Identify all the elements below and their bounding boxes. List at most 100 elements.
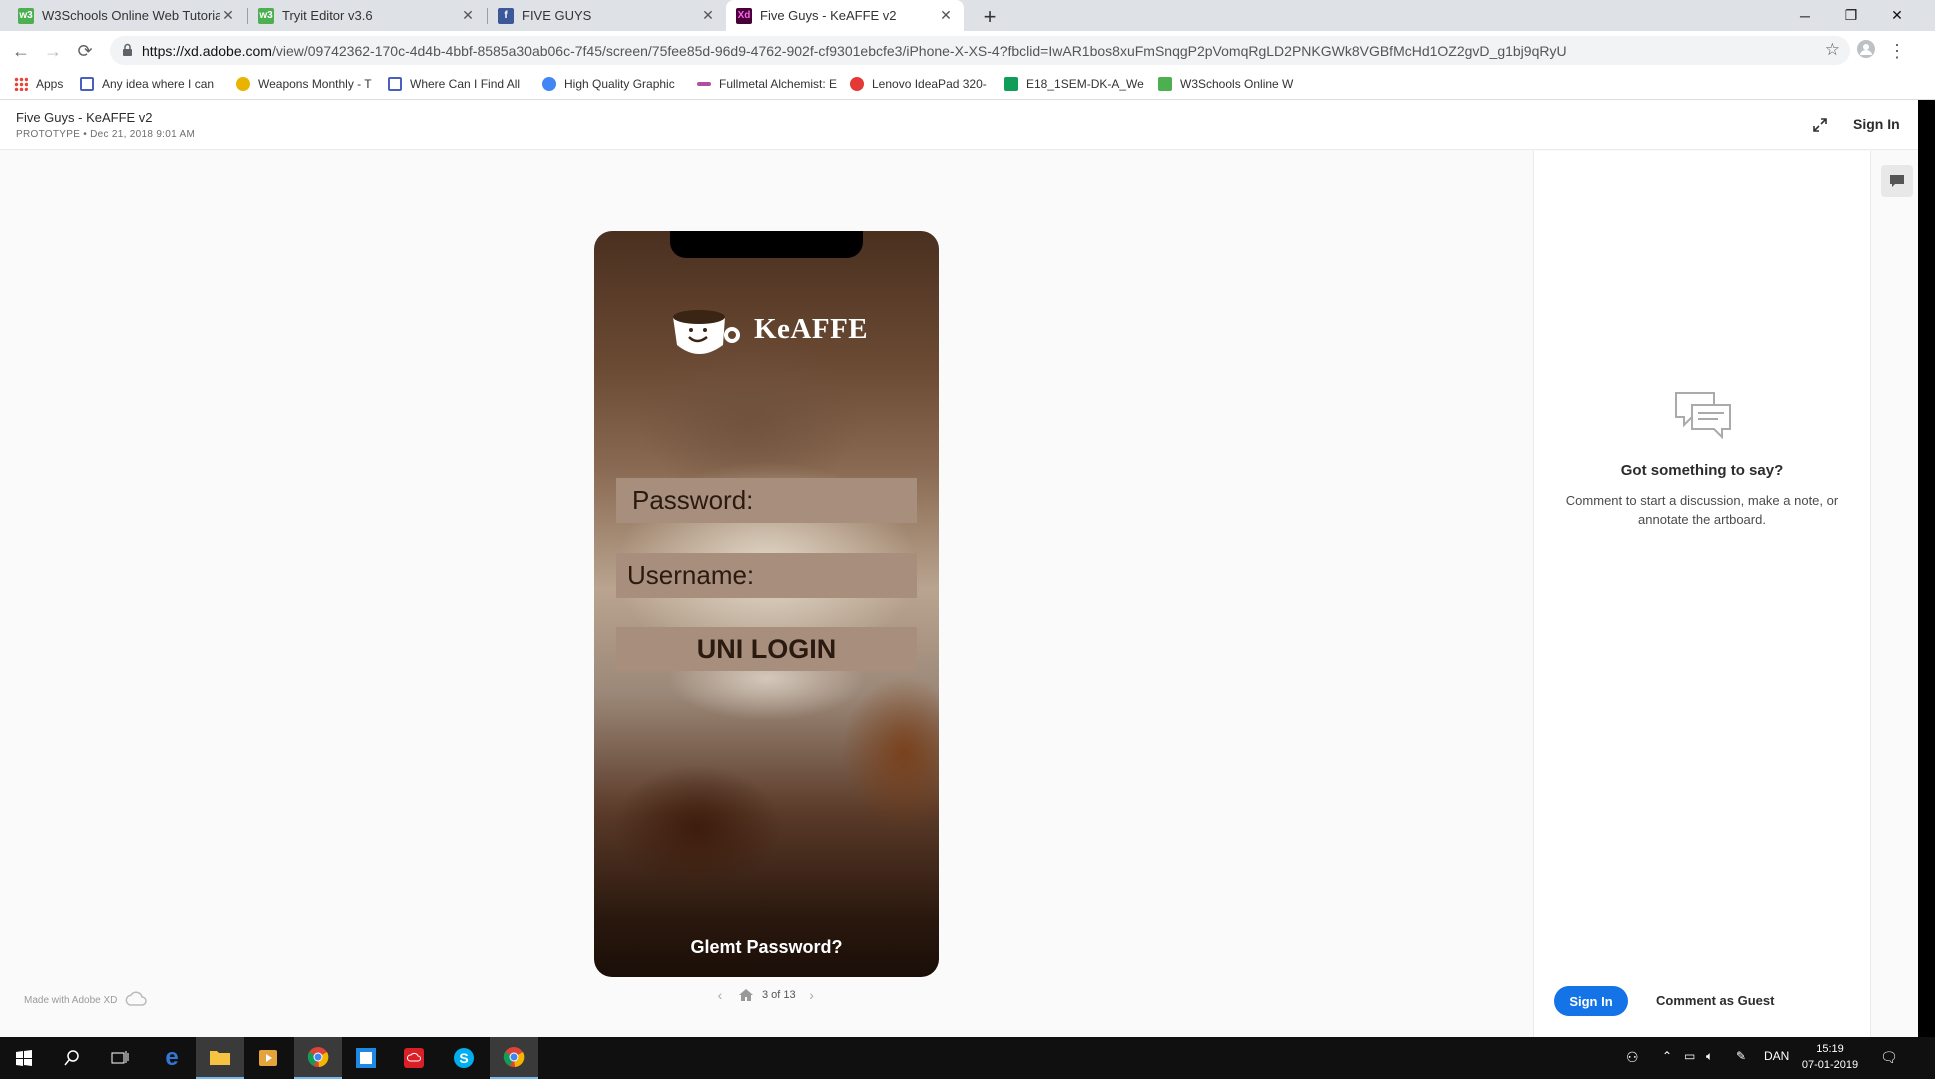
weapons-icon bbox=[236, 77, 250, 91]
windows-logo-icon bbox=[16, 1050, 32, 1066]
password-field[interactable]: Password: bbox=[616, 478, 917, 523]
tab-tryit-editor[interactable]: w3 Tryit Editor v3.6 ✕ bbox=[248, 0, 486, 31]
taskbar-edge[interactable]: e bbox=[148, 1037, 196, 1079]
taskbar-creative-cloud[interactable] bbox=[390, 1037, 438, 1079]
clock-time: 15:19 bbox=[1816, 1043, 1844, 1055]
bookmarks-bar: Apps Any idea where I can Weapons Monthl… bbox=[0, 70, 1935, 100]
language-indicator[interactable]: DAN bbox=[1764, 1049, 1789, 1063]
restore-button[interactable]: ❐ bbox=[1828, 0, 1874, 31]
artboard-stage: KeAFFE Password: Username: UNI LOGIN Gle… bbox=[0, 151, 1533, 1037]
taskbar-file-explorer[interactable] bbox=[196, 1037, 244, 1079]
uni-login-button[interactable]: UNI LOGIN bbox=[616, 627, 917, 671]
task-view-button[interactable] bbox=[96, 1037, 144, 1079]
volume-icon[interactable]: 🔈︎ bbox=[1706, 1049, 1713, 1064]
close-window-button[interactable]: ✕ bbox=[1874, 0, 1920, 31]
sheets-icon bbox=[1004, 77, 1018, 91]
graphics-icon bbox=[542, 77, 556, 91]
url-path: /view/09742362-170c-4d4b-4bbf-8585a30ab0… bbox=[271, 43, 1567, 59]
windows-taskbar: e S ⚇ ⌃ ▭ 🔈︎ ✎ DAN 15:19 07-01-2019 🗨︎ bbox=[0, 1037, 1935, 1079]
taskbar-app[interactable] bbox=[342, 1037, 390, 1079]
network-icon[interactable]: ▭ bbox=[1684, 1049, 1695, 1063]
tab-strip: w3 W3Schools Online Web Tutorials ✕ w3 T… bbox=[0, 0, 1935, 31]
system-clock[interactable]: 15:19 07-01-2019 bbox=[1800, 1041, 1860, 1073]
people-icon[interactable]: ⚇ bbox=[1626, 1049, 1639, 1066]
phone-artboard: KeAFFE Password: Username: UNI LOGIN Gle… bbox=[594, 231, 939, 977]
bookmark-star-icon[interactable]: ☆ bbox=[1825, 40, 1840, 60]
screen-pager: ‹ 3 of 13 › bbox=[712, 987, 820, 1003]
comments-toggle-button[interactable] bbox=[1881, 165, 1913, 197]
bookmark-label: Apps bbox=[36, 77, 64, 91]
home-icon[interactable] bbox=[738, 988, 754, 1002]
url-host: https://xd.adobe.com bbox=[142, 43, 272, 59]
tab-title: Five Guys - KeAFFE v2 bbox=[760, 8, 897, 23]
taskbar-media-player[interactable] bbox=[244, 1037, 292, 1079]
tab-title: Tryit Editor v3.6 bbox=[282, 8, 373, 23]
bookmark-label: Weapons Monthly - T bbox=[258, 77, 372, 91]
search-button[interactable] bbox=[48, 1037, 96, 1079]
w3schools-icon: w3 bbox=[258, 7, 274, 24]
bookmark-item[interactable]: High Quality Graphic bbox=[542, 77, 675, 91]
task-view-icon bbox=[111, 1051, 129, 1064]
tab-w3schools[interactable]: w3 W3Schools Online Web Tutorials ✕ bbox=[8, 0, 246, 31]
back-button[interactable]: ← bbox=[10, 40, 32, 62]
coffee-cup-logo-icon bbox=[673, 310, 740, 354]
made-with-adobe-xd[interactable]: Made with Adobe XD bbox=[24, 991, 148, 1009]
bookmark-item[interactable]: Fullmetal Alchemist: E bbox=[697, 77, 837, 91]
skype-icon: S bbox=[454, 1048, 474, 1068]
profile-avatar[interactable] bbox=[1855, 40, 1877, 62]
comments-sign-in-button[interactable]: Sign In bbox=[1554, 986, 1628, 1016]
chrome-icon bbox=[503, 1047, 525, 1067]
bookmark-item[interactable]: W3Schools Online W bbox=[1158, 77, 1293, 91]
bookmark-item[interactable]: Lenovo IdeaPad 320- bbox=[850, 77, 987, 91]
fullmetal-icon bbox=[697, 82, 711, 86]
taskbar-chrome-2[interactable] bbox=[490, 1037, 538, 1079]
show-hidden-icons-icon[interactable]: ⌃ bbox=[1662, 1049, 1672, 1063]
next-screen-icon[interactable]: › bbox=[804, 987, 820, 1003]
action-center-icon[interactable]: 🗨︎ bbox=[1880, 1049, 1898, 1066]
tab-title: FIVE GUYS bbox=[522, 8, 592, 23]
menu-kebab-icon[interactable]: ⋮ bbox=[1886, 40, 1908, 62]
bookmark-item[interactable]: Any idea where I can bbox=[80, 77, 214, 91]
pen-icon[interactable]: ✎ bbox=[1736, 1049, 1746, 1063]
bookmark-item[interactable]: Where Can I Find All bbox=[388, 77, 520, 91]
bookmark-label: Any idea where I can bbox=[102, 77, 215, 91]
bookmark-item[interactable]: E18_1SEM-DK-A_We bbox=[1004, 77, 1144, 91]
lenovo-icon bbox=[850, 77, 864, 91]
taskbar-chrome[interactable] bbox=[294, 1037, 342, 1079]
document-icon bbox=[80, 77, 94, 91]
close-icon[interactable]: ✕ bbox=[220, 7, 236, 24]
close-icon[interactable]: ✕ bbox=[938, 7, 954, 24]
expand-icon[interactable] bbox=[1812, 117, 1828, 133]
close-icon[interactable]: ✕ bbox=[460, 7, 476, 24]
tab-keaffe[interactable]: Xd Five Guys - KeAFFE v2 ✕ bbox=[726, 0, 964, 31]
bookmark-label: Fullmetal Alchemist: E bbox=[719, 77, 838, 91]
bookmark-label: Lenovo IdeaPad 320- bbox=[872, 77, 987, 91]
start-button[interactable] bbox=[0, 1037, 48, 1079]
browser-toolbar: ← → ⟳ https://xd.adobe.com/view/09742362… bbox=[0, 31, 1935, 70]
comments-panel: Got something to say? Comment to start a… bbox=[1534, 151, 1902, 1055]
lock-icon bbox=[123, 43, 132, 56]
username-field[interactable]: Username: bbox=[616, 553, 917, 598]
comments-empty-description: Comment to start a discussion, make a no… bbox=[1565, 493, 1839, 527]
tab-five-guys[interactable]: f FIVE GUYS ✕ bbox=[488, 0, 726, 31]
previous-screen-icon[interactable]: ‹ bbox=[712, 987, 728, 1003]
comment-as-guest-button[interactable]: Comment as Guest bbox=[1656, 993, 1774, 1008]
w3schools-icon bbox=[1158, 77, 1172, 91]
address-bar[interactable]: https://xd.adobe.com/view/09742362-170c-… bbox=[110, 36, 1850, 65]
edge-icon: e bbox=[165, 1044, 179, 1071]
new-tab-button[interactable]: + bbox=[978, 4, 1002, 30]
url-text: https://xd.adobe.com/view/09742362-170c-… bbox=[142, 43, 1567, 59]
sign-in-link[interactable]: Sign In bbox=[1853, 116, 1900, 132]
xd-share-page: Five Guys - KeAFFE v2 PROTOTYPE • Dec 21… bbox=[0, 100, 1918, 1055]
bookmark-item[interactable]: Weapons Monthly - T bbox=[236, 77, 372, 91]
document-title: Five Guys - KeAFFE v2 bbox=[16, 110, 153, 125]
minimize-button[interactable]: ─ bbox=[1782, 0, 1828, 31]
forward-button[interactable]: → bbox=[42, 40, 64, 62]
reload-button[interactable]: ⟳ bbox=[74, 40, 96, 62]
taskbar-skype[interactable]: S bbox=[440, 1037, 488, 1079]
bookmark-apps[interactable]: Apps bbox=[14, 77, 63, 91]
close-icon[interactable]: ✕ bbox=[700, 7, 716, 24]
avatar-icon bbox=[1857, 40, 1875, 58]
forgot-password-link[interactable]: Glemt Password? bbox=[594, 937, 939, 958]
bookmark-label: W3Schools Online W bbox=[1180, 77, 1294, 91]
